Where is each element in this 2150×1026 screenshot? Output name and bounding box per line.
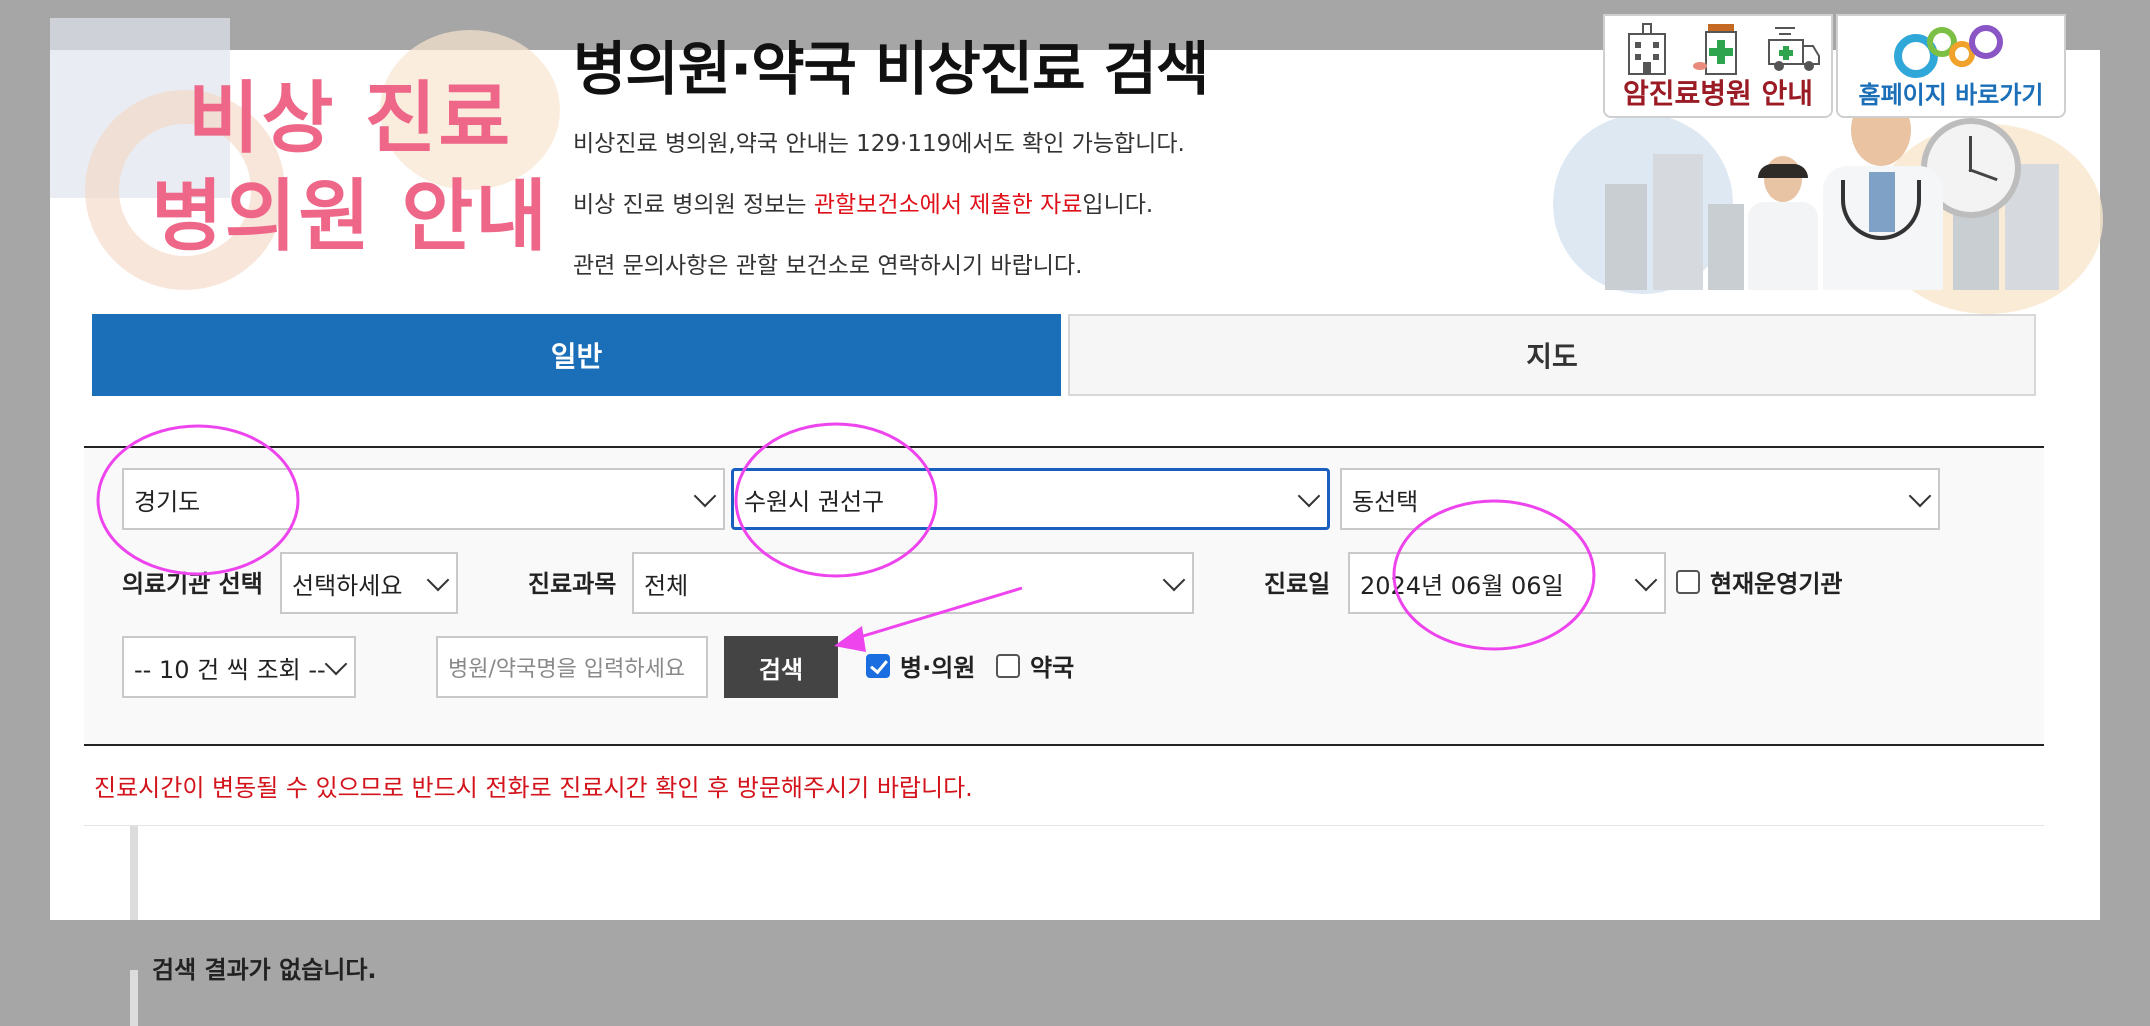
page-title: 병의원·약국 비상진료 검색 xyxy=(573,35,1209,103)
info-line-2: 비상 진료 병의원 정보는 관할보건소에서 제출한 자료입니다. xyxy=(573,185,1153,219)
tab-general-label: 일반 xyxy=(550,340,603,373)
institution-select[interactable]: 선택하세요 xyxy=(280,552,458,614)
chevron-down-icon xyxy=(1297,484,1321,508)
tab-map-label: 지도 xyxy=(1526,340,1578,373)
info-line-2-highlight: 관할보건소에서 제출한 자료 xyxy=(813,192,1083,218)
cancer-hospital-label: 암진료병원 안내 xyxy=(1622,77,1814,110)
chevron-down-icon xyxy=(324,652,348,676)
date-select-value: 2024년 06월 06일 xyxy=(1360,571,1564,600)
doctor-figure xyxy=(1748,156,1818,290)
no-result-text: 검색 결과가 없습니다. xyxy=(152,956,377,984)
search-button-label: 검색 xyxy=(758,655,804,684)
institution-label: 의료기관 선택 xyxy=(122,570,263,598)
operating-checkbox[interactable] xyxy=(1676,570,1700,594)
chevron-down-icon xyxy=(1908,484,1932,508)
homepage-logo-icon xyxy=(1894,25,2003,78)
notice-text: 진료시간이 변동될 수 있으므로 반드시 전화로 진료시간 확인 후 방문해주시… xyxy=(94,774,973,802)
institution-select-value: 선택하세요 xyxy=(292,571,403,600)
province-select[interactable]: 경기도 xyxy=(122,468,725,530)
hospital-checkbox-label: 병·의원 xyxy=(900,654,976,682)
page-size-select-value: -- 10 건 씩 조회 -- xyxy=(134,655,326,684)
province-select-value: 경기도 xyxy=(134,487,201,516)
date-select[interactable]: 2024년 06월 06일 xyxy=(1348,552,1666,614)
doctor-figure-main xyxy=(1823,92,1943,290)
chevron-down-icon xyxy=(426,568,450,592)
dong-select[interactable]: 동선택 xyxy=(1340,468,1940,530)
chevron-down-icon xyxy=(1162,568,1186,592)
name-search-placeholder: 병원/약국명을 입력하세요 xyxy=(448,657,686,682)
department-select[interactable]: 전체 xyxy=(632,552,1194,614)
pharmacy-icon xyxy=(1692,24,1737,75)
banner-logo-line1: 비상 진료 xyxy=(187,74,513,164)
operating-label: 현재운영기관 xyxy=(1710,570,1843,598)
dong-select-value: 동선택 xyxy=(1352,487,1419,516)
search-panel: 경기도 수원시 권선구 동선택 의료기관 선택 선택하세요 진료과목 전체 진료… xyxy=(84,446,2044,746)
info-line-3: 관련 문의사항은 관할 보건소로 연락하시기 바랍니다. xyxy=(573,253,1083,279)
hospital-icon xyxy=(1628,23,1667,75)
pharmacy-checkbox[interactable] xyxy=(996,654,1020,678)
date-label: 진료일 xyxy=(1264,570,1331,598)
banner-logo-line2: 병의원 안내 xyxy=(151,172,549,262)
homepage-label: 홈페이지 바로가기 xyxy=(1858,81,2044,109)
main-page: 비상 진료 병의원 안내 병의원·약국 비상진료 검색 비상진료 병의원,약국 … xyxy=(50,14,2103,1026)
info-line-2-prefix: 비상 진료 병의원 정보는 xyxy=(573,192,814,218)
district-select-value: 수원시 권선구 xyxy=(744,487,885,516)
page-size-select[interactable]: -- 10 건 씩 조회 -- xyxy=(122,636,356,698)
ambulance-icon xyxy=(1767,27,1820,71)
department-label: 진료과목 xyxy=(528,570,617,598)
hospital-checkbox[interactable] xyxy=(866,654,890,678)
district-select[interactable]: 수원시 권선구 xyxy=(731,468,1330,530)
name-search-input[interactable]: 병원/약국명을 입력하세요 xyxy=(436,636,708,698)
chevron-down-icon xyxy=(1634,568,1658,592)
cancer-icons-row xyxy=(1611,20,1829,76)
tab-map[interactable]: 지도 xyxy=(1068,314,2036,396)
divider xyxy=(84,825,2044,826)
banner-logo: 비상 진료 병의원 안내 xyxy=(140,70,560,266)
homepage-link[interactable]: 홈페이지 바로가기 xyxy=(1836,14,2066,118)
cancer-hospital-link[interactable]: 암진료병원 안내 xyxy=(1603,14,1833,118)
info-line-1: 비상진료 병의원,약국 안내는 129·119에서도 확인 가능합니다. xyxy=(573,131,1185,157)
chevron-down-icon xyxy=(693,484,717,508)
tab-general[interactable]: 일반 xyxy=(92,314,1061,396)
info-line-2-suffix: 입니다. xyxy=(1082,192,1154,218)
search-button[interactable]: 검색 xyxy=(724,636,838,698)
department-select-value: 전체 xyxy=(644,571,689,600)
pharmacy-checkbox-label: 약국 xyxy=(1030,654,1075,682)
